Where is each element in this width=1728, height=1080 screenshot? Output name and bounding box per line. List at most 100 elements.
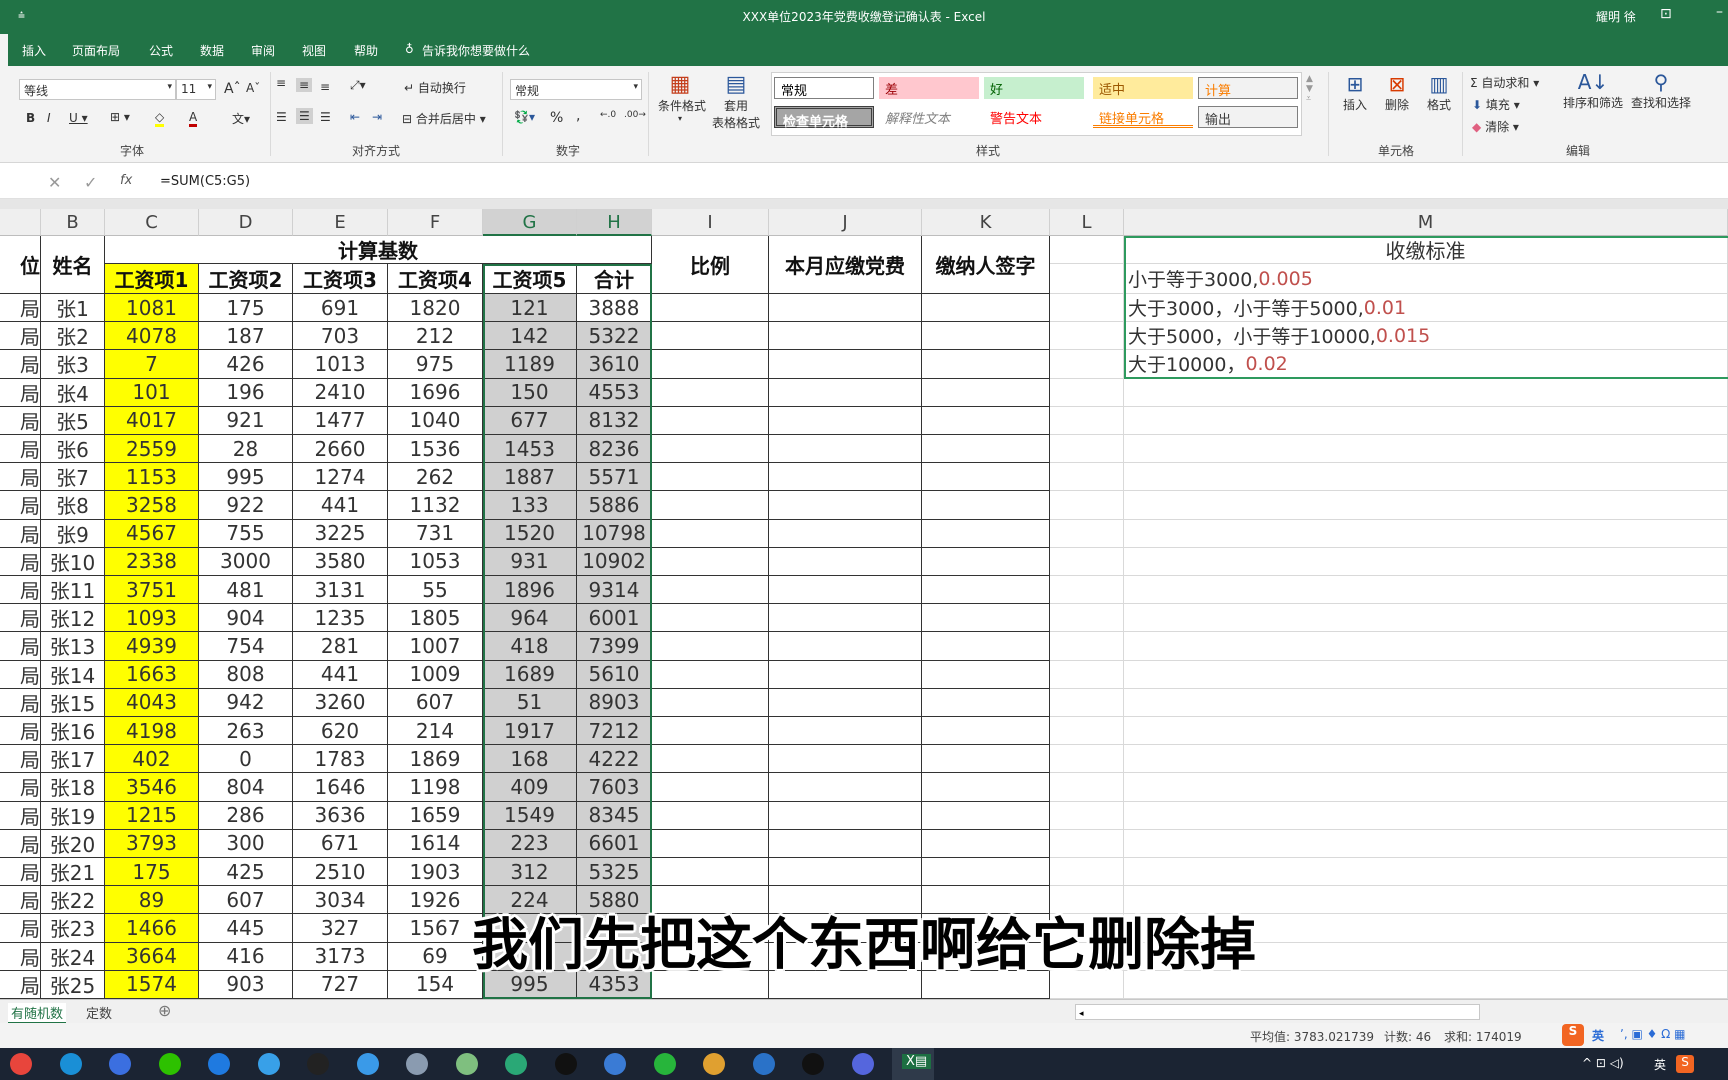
cell-value[interactable]: 9314 xyxy=(577,576,652,605)
system-tray-icons[interactable]: ^ ⊡ ◁) xyxy=(1582,1056,1624,1070)
cell-value[interactable]: 1659 xyxy=(388,801,483,830)
cell-value[interactable]: 8132 xyxy=(577,406,652,435)
cell-l2[interactable] xyxy=(1050,264,1124,294)
column-header-f[interactable]: F xyxy=(388,209,483,236)
cell-ratio[interactable] xyxy=(652,858,769,887)
increase-decimal-icon[interactable]: ←.0 xyxy=(600,110,616,120)
cell-value[interactable]: 808 xyxy=(199,660,293,689)
cell-l[interactable] xyxy=(1050,547,1124,576)
cell-ratio[interactable] xyxy=(652,463,769,492)
cell-name[interactable]: 张16 xyxy=(41,717,105,746)
column-header-a[interactable] xyxy=(0,209,41,236)
cell-unit[interactable]: 局 xyxy=(0,322,41,351)
minimize-icon[interactable]: – xyxy=(1716,4,1723,20)
cell-ratio[interactable] xyxy=(652,322,769,351)
cell-value[interactable]: 4078 xyxy=(105,322,199,351)
tell-me-search[interactable]: 告诉我你想要做什么 xyxy=(422,42,530,59)
cell-value[interactable]: 154 xyxy=(388,970,483,999)
cell-signature[interactable] xyxy=(922,463,1050,492)
cell-value[interactable]: 1926 xyxy=(388,886,483,915)
tab-insert[interactable]: 插入 xyxy=(22,42,46,59)
cell-unit[interactable]: 局 xyxy=(0,829,41,858)
align-center-icon[interactable]: ☰ xyxy=(296,108,313,124)
cell-value[interactable]: 671 xyxy=(293,829,388,858)
taskbar-app-icon[interactable] xyxy=(356,1053,379,1075)
cell-l[interactable] xyxy=(1050,576,1124,605)
cell-style-5[interactable]: 检查单元格 xyxy=(774,106,874,130)
cell-m[interactable] xyxy=(1124,773,1728,802)
cell-value[interactable]: 1646 xyxy=(293,773,388,802)
phonetic-icon[interactable]: 文▾ xyxy=(232,110,250,127)
cell-value[interactable]: 727 xyxy=(293,970,388,999)
cell-value[interactable]: 10902 xyxy=(577,547,652,576)
cell-value[interactable]: 409 xyxy=(483,773,577,802)
cell-due-fee[interactable] xyxy=(769,576,922,605)
cell-value[interactable]: 8236 xyxy=(577,435,652,464)
cell-name[interactable]: 张12 xyxy=(41,604,105,633)
decrease-indent-icon[interactable]: ⇤ xyxy=(350,110,360,124)
cell-value[interactable]: 1903 xyxy=(388,858,483,887)
cell-value[interactable]: 418 xyxy=(483,632,577,661)
cell-value[interactable]: 3636 xyxy=(293,801,388,830)
taskbar-app-icon[interactable] xyxy=(703,1053,725,1075)
cell-due-fee[interactable] xyxy=(769,858,922,887)
cell-signature[interactable] xyxy=(922,660,1050,689)
column-header-d[interactable]: D xyxy=(199,209,293,236)
cell-ratio[interactable] xyxy=(652,970,769,999)
cell-ratio[interactable] xyxy=(652,294,769,323)
cell-value[interactable]: 975 xyxy=(388,350,483,379)
cell-style-1[interactable]: 差 xyxy=(879,77,979,99)
cell-name[interactable]: 张4 xyxy=(41,378,105,407)
cell-m[interactable] xyxy=(1124,801,1728,830)
comma-icon[interactable]: , xyxy=(576,108,580,124)
cell-name[interactable]: 张18 xyxy=(41,773,105,802)
column-header-k[interactable]: K xyxy=(922,209,1050,236)
cell-l[interactable] xyxy=(1050,350,1124,379)
cell-value[interactable]: 3793 xyxy=(105,829,199,858)
cell-value[interactable]: 1477 xyxy=(293,406,388,435)
cell-unit[interactable]: 局 xyxy=(0,576,41,605)
cell-value[interactable]: 4939 xyxy=(105,632,199,661)
cell-value[interactable]: 1215 xyxy=(105,801,199,830)
cell-signature[interactable] xyxy=(922,829,1050,858)
taskbar-app-icon[interactable] xyxy=(10,1053,32,1075)
cell-unit[interactable]: 局 xyxy=(0,463,41,492)
cell-unit[interactable]: 局 xyxy=(0,942,41,971)
wrap-text-button[interactable]: ↵ 自动换行 xyxy=(404,79,466,96)
cell-style-2[interactable]: 好 xyxy=(984,77,1084,99)
cell-value[interactable]: 995 xyxy=(483,970,577,999)
standard-title[interactable]: 收缴标准 xyxy=(1124,236,1728,264)
column-header-i[interactable]: I xyxy=(652,209,769,236)
tab-home[interactable] xyxy=(0,34,8,66)
cell-value[interactable]: 755 xyxy=(199,519,293,548)
align-bottom-icon[interactable]: ≡ xyxy=(320,80,330,94)
cell-due-fee[interactable] xyxy=(769,547,922,576)
cell-value[interactable]: 903 xyxy=(199,970,293,999)
cell-name[interactable]: 张25 xyxy=(41,970,105,999)
cell-m[interactable] xyxy=(1124,886,1728,915)
cell-value[interactable]: 7603 xyxy=(577,773,652,802)
ribbon-display-icon[interactable]: ⊡ xyxy=(1660,6,1672,22)
cell-l[interactable] xyxy=(1050,491,1124,520)
cell-value[interactable]: 2338 xyxy=(105,547,199,576)
cell-unit[interactable]: 局 xyxy=(0,294,41,323)
cell-unit[interactable]: 局 xyxy=(0,660,41,689)
cell-unit[interactable]: 局 xyxy=(0,745,41,774)
cell-ratio[interactable] xyxy=(652,604,769,633)
cell-signature[interactable] xyxy=(922,970,1050,999)
cell-l[interactable] xyxy=(1050,886,1124,915)
cell-value[interactable]: 263 xyxy=(199,717,293,746)
cell-due-fee[interactable] xyxy=(769,829,922,858)
cell-value[interactable]: 168 xyxy=(483,745,577,774)
header-item-2[interactable]: 工资项2 xyxy=(199,264,293,294)
cell-l[interactable] xyxy=(1050,435,1124,464)
cell-name[interactable]: 张7 xyxy=(41,463,105,492)
cell-ratio[interactable] xyxy=(652,632,769,661)
cell-m[interactable] xyxy=(1124,406,1728,435)
cell-signature[interactable] xyxy=(922,378,1050,407)
font-color-icon[interactable]: A xyxy=(189,110,198,127)
cell-value[interactable]: 1917 xyxy=(483,717,577,746)
cell-l[interactable] xyxy=(1050,914,1124,943)
align-middle-icon[interactable]: ≡ xyxy=(296,78,313,92)
cell-value[interactable]: 1887 xyxy=(483,463,577,492)
